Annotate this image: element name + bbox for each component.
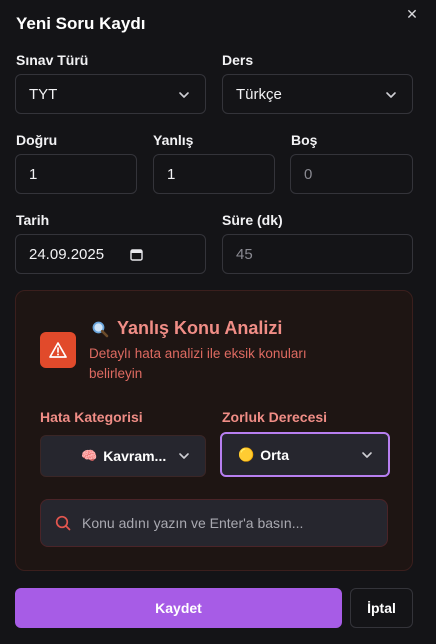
dialog-title: Yeni Soru Kaydı [16, 14, 146, 33]
error-category-label: Hata Kategorisi [40, 409, 143, 425]
error-category-select[interactable]: 🧠 Kavram... [40, 435, 206, 477]
topic-search-field[interactable] [40, 499, 388, 547]
cancel-button[interactable]: İptal [350, 588, 413, 628]
chevron-down-icon [179, 453, 189, 459]
calendar-icon[interactable] [130, 248, 143, 261]
wrong-value: 1 [167, 165, 176, 183]
subject-value: Türkçe [236, 85, 282, 103]
duration-label: Süre (dk) [222, 212, 283, 228]
empty-placeholder: 0 [304, 165, 313, 183]
topic-search-input[interactable] [82, 515, 362, 531]
chevron-down-icon [179, 92, 189, 98]
difficulty-select[interactable]: 🟡 Orta [220, 432, 390, 477]
date-label: Tarih [16, 212, 50, 228]
empty-input[interactable]: 0 [290, 154, 413, 194]
empty-label: Boş [291, 132, 318, 148]
magnifier-icon [92, 321, 109, 338]
exam-type-value: TYT [29, 85, 58, 103]
wrong-label: Yanlış [153, 132, 194, 148]
correct-input[interactable]: 1 [15, 154, 137, 194]
chevron-down-icon [362, 452, 372, 458]
duration-input[interactable]: 45 [222, 234, 413, 274]
date-value: 24.09.2025 [29, 245, 105, 263]
duration-placeholder: 45 [236, 245, 253, 263]
yellow-circle-icon: 🟡 [238, 446, 255, 462]
new-question-dialog: Yeni Soru Kaydı ✕ Sınav Türü TYT Ders Tü… [0, 0, 436, 644]
save-button[interactable]: Kaydet [15, 588, 342, 628]
correct-label: Doğru [16, 132, 58, 148]
search-icon [55, 515, 71, 531]
subject-label: Ders [222, 52, 254, 68]
wrong-input[interactable]: 1 [153, 154, 275, 194]
brain-icon: 🧠 [81, 448, 98, 463]
analysis-description: Detaylı hata analizi ile eksik konuları … [89, 346, 307, 381]
error-category-value: Kavram... [103, 448, 167, 464]
difficulty-label: Zorluk Derecesi [222, 409, 328, 425]
chevron-down-icon [386, 92, 396, 98]
date-input[interactable]: 24.09.2025 [15, 234, 206, 274]
difficulty-value: Orta [260, 446, 289, 463]
exam-type-label: Sınav Türü [16, 52, 89, 68]
close-icon[interactable]: ✕ [403, 5, 421, 23]
warning-icon [40, 332, 76, 368]
analysis-title: Yanlış Konu Analizi [117, 318, 283, 338]
exam-type-select[interactable]: TYT [15, 74, 206, 114]
correct-value: 1 [29, 165, 38, 183]
subject-select[interactable]: Türkçe [222, 74, 413, 114]
